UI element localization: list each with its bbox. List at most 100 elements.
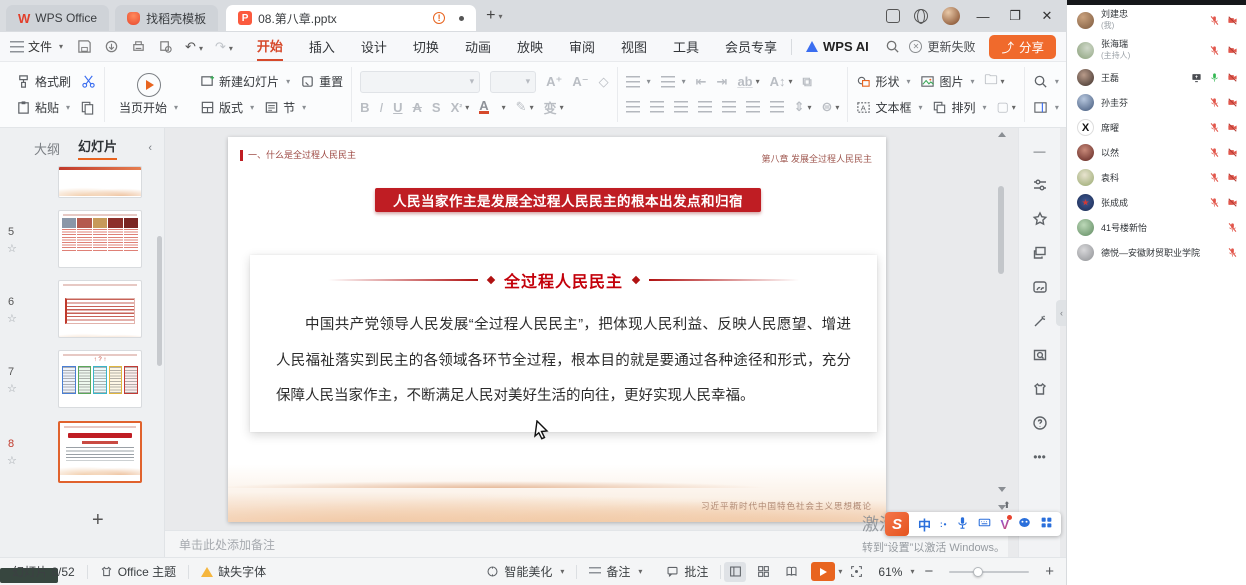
zoom-out-button[interactable]: − bbox=[918, 563, 939, 580]
share-button[interactable]: ⤴ 分享 bbox=[989, 35, 1056, 59]
font-color-button[interactable]: A bbox=[479, 100, 488, 114]
restore-button[interactable]: ❐ bbox=[1006, 8, 1024, 24]
star-icon[interactable]: ☆ bbox=[7, 382, 17, 395]
underline-button[interactable]: U bbox=[393, 100, 402, 115]
bullets-button[interactable]: ▾ bbox=[626, 76, 651, 88]
fit-slide-button[interactable] bbox=[845, 562, 867, 582]
highlight-button[interactable]: ✎▾ bbox=[516, 99, 534, 115]
panel-scrollbar[interactable] bbox=[157, 236, 162, 366]
participant-row[interactable]: 张成成 bbox=[1067, 190, 1246, 215]
ime-dots-icon[interactable]: :• bbox=[940, 520, 947, 529]
slide-banner-title[interactable]: 人民当家作主是发展全过程人民民主的根本出发点和归宿 bbox=[375, 188, 761, 212]
effects-button[interactable]: ▢▾ bbox=[997, 99, 1016, 115]
copy-button[interactable] bbox=[80, 100, 95, 115]
save-icon[interactable] bbox=[77, 39, 92, 54]
slide-thumbnail-5[interactable] bbox=[58, 210, 142, 268]
new-tab-caret-icon[interactable]: ▾ bbox=[498, 12, 502, 21]
beautify-wand-icon[interactable] bbox=[1031, 312, 1048, 329]
ime-skin-icon[interactable]: V bbox=[1000, 517, 1009, 532]
more-icon[interactable]: ••• bbox=[1031, 448, 1048, 465]
shapes-button[interactable]: 形状▾ bbox=[856, 73, 910, 90]
shadow-button[interactable]: S bbox=[432, 100, 441, 115]
redo-button[interactable]: ↷▾ bbox=[215, 39, 233, 55]
normal-view-button[interactable] bbox=[724, 562, 746, 582]
prev-slide-icon[interactable] bbox=[998, 487, 1006, 492]
close-button[interactable]: ✕ bbox=[1038, 8, 1056, 24]
slide-thumbnail-7[interactable]: ↑ ? ↑ bbox=[58, 350, 142, 408]
reset-button[interactable]: 重置 bbox=[300, 73, 343, 90]
slideshow-play-button[interactable] bbox=[811, 562, 835, 581]
menu-design[interactable]: 设计 bbox=[361, 33, 387, 60]
char-spacing-button[interactable]: a̲b̲▾ bbox=[737, 74, 759, 89]
pane-layout-button[interactable]: ▾ bbox=[1033, 100, 1059, 115]
ime-keyboard-icon[interactable] bbox=[978, 516, 991, 532]
text-direction-button[interactable]: A↕▾ bbox=[770, 74, 793, 89]
ime-assistant-icon[interactable] bbox=[1018, 516, 1031, 532]
format-painter-button[interactable]: 格式刷 bbox=[16, 73, 71, 90]
paste-button[interactable]: 粘贴▾ bbox=[16, 99, 70, 116]
italic-button[interactable]: I bbox=[379, 100, 383, 115]
smart-beautify-button[interactable]: 智能美化▾ bbox=[474, 563, 576, 580]
ime-toolbox-icon[interactable] bbox=[1040, 516, 1053, 532]
line-spacing-up-icon[interactable] bbox=[746, 101, 760, 113]
panel-collapse-button[interactable]: ‹ bbox=[148, 142, 152, 154]
update-failed-status[interactable]: ✕ 更新失败 bbox=[909, 38, 975, 55]
star-icon[interactable]: ☆ bbox=[7, 454, 17, 467]
slide-8[interactable]: 一、什么是全过程人民民主 第八章 发展全过程人民民主 人民当家作主是发展全过程人… bbox=[228, 137, 886, 522]
notes-button[interactable]: 备注▾ bbox=[577, 563, 654, 580]
from-current-slide-button[interactable]: 当页开始▾ bbox=[119, 99, 178, 116]
text-effects-button[interactable]: 变▾ bbox=[544, 98, 564, 117]
document-warning-icon[interactable]: ! bbox=[433, 12, 445, 24]
align-right-icon[interactable] bbox=[674, 101, 688, 113]
cut-button[interactable] bbox=[81, 74, 96, 89]
reading-view-button[interactable] bbox=[780, 562, 802, 582]
print-icon[interactable] bbox=[131, 39, 146, 54]
menu-review[interactable]: 审阅 bbox=[569, 33, 595, 60]
menu-view[interactable]: 视图 bbox=[621, 33, 647, 60]
menu-home[interactable]: 开始 bbox=[257, 32, 283, 61]
comments-button[interactable]: 批注 bbox=[654, 563, 720, 580]
tab-outline[interactable]: 大纲 bbox=[34, 139, 60, 158]
participant-row[interactable]: 张海瑞(主持人) bbox=[1067, 35, 1246, 65]
participant-row[interactable]: 袁科 bbox=[1067, 165, 1246, 190]
justify-icon[interactable] bbox=[698, 101, 712, 113]
tab-slides[interactable]: 幻灯片 bbox=[78, 136, 117, 160]
clear-format-button[interactable]: ◇ bbox=[599, 74, 609, 90]
tab-docer-templates[interactable]: 找稻壳模板 bbox=[115, 5, 218, 31]
align-text-button[interactable]: ⊜▾ bbox=[822, 99, 840, 115]
font-size-select[interactable]: ▾ bbox=[490, 71, 536, 93]
tab-document-active[interactable]: P 08.第八章.pptx ! bbox=[226, 5, 476, 31]
zoom-slider-knob[interactable] bbox=[973, 567, 983, 577]
font-family-select[interactable]: ▾ bbox=[360, 71, 480, 93]
star-icon[interactable]: ☆ bbox=[7, 312, 17, 325]
output-icon[interactable] bbox=[104, 39, 119, 54]
window-switch-icon[interactable] bbox=[886, 9, 900, 23]
zoom-in-button[interactable]: + bbox=[1039, 563, 1060, 580]
decrease-font-button[interactable]: A⁻ bbox=[572, 74, 588, 90]
tab-wps-office[interactable]: W WPS Office bbox=[6, 5, 109, 31]
numbering-button[interactable]: ▾ bbox=[661, 76, 686, 88]
participant-row[interactable]: 王磊 bbox=[1067, 65, 1246, 90]
participant-row[interactable]: 孙圭芬 bbox=[1067, 90, 1246, 115]
bold-button[interactable]: B bbox=[360, 100, 369, 115]
help-icon[interactable] bbox=[1031, 414, 1048, 431]
scrollbar-thumb[interactable] bbox=[998, 186, 1004, 274]
wps-ai-button[interactable]: WPS AI bbox=[806, 39, 869, 54]
properties-icon[interactable] bbox=[1031, 176, 1048, 193]
theme-status[interactable]: Office 主题 bbox=[88, 563, 188, 580]
increase-indent-button[interactable]: ⇥ bbox=[717, 74, 728, 90]
menu-animation[interactable]: 动画 bbox=[465, 33, 491, 60]
slide-thumbnail-partial[interactable] bbox=[58, 166, 142, 198]
scroll-up-icon[interactable] bbox=[998, 132, 1006, 137]
menu-tools[interactable]: 工具 bbox=[673, 33, 699, 60]
menu-transition[interactable]: 切换 bbox=[413, 33, 439, 60]
decrease-indent-button[interactable]: ⇤ bbox=[696, 74, 707, 90]
menu-insert[interactable]: 插入 bbox=[309, 33, 335, 60]
collapse-rail-icon[interactable]: — bbox=[1031, 142, 1048, 159]
reader-search-icon[interactable] bbox=[1031, 346, 1048, 363]
picture-button[interactable]: 图片▾ bbox=[920, 73, 974, 90]
slide-sorter-view-button[interactable] bbox=[752, 562, 774, 582]
favorites-star-icon[interactable] bbox=[1031, 210, 1048, 227]
slide-content-card[interactable]: 全过程人民民主 中国共产党领导人民发展“全过程人民民主”，把体现人民利益、反映人… bbox=[250, 255, 877, 432]
print-preview-icon[interactable] bbox=[158, 39, 173, 54]
